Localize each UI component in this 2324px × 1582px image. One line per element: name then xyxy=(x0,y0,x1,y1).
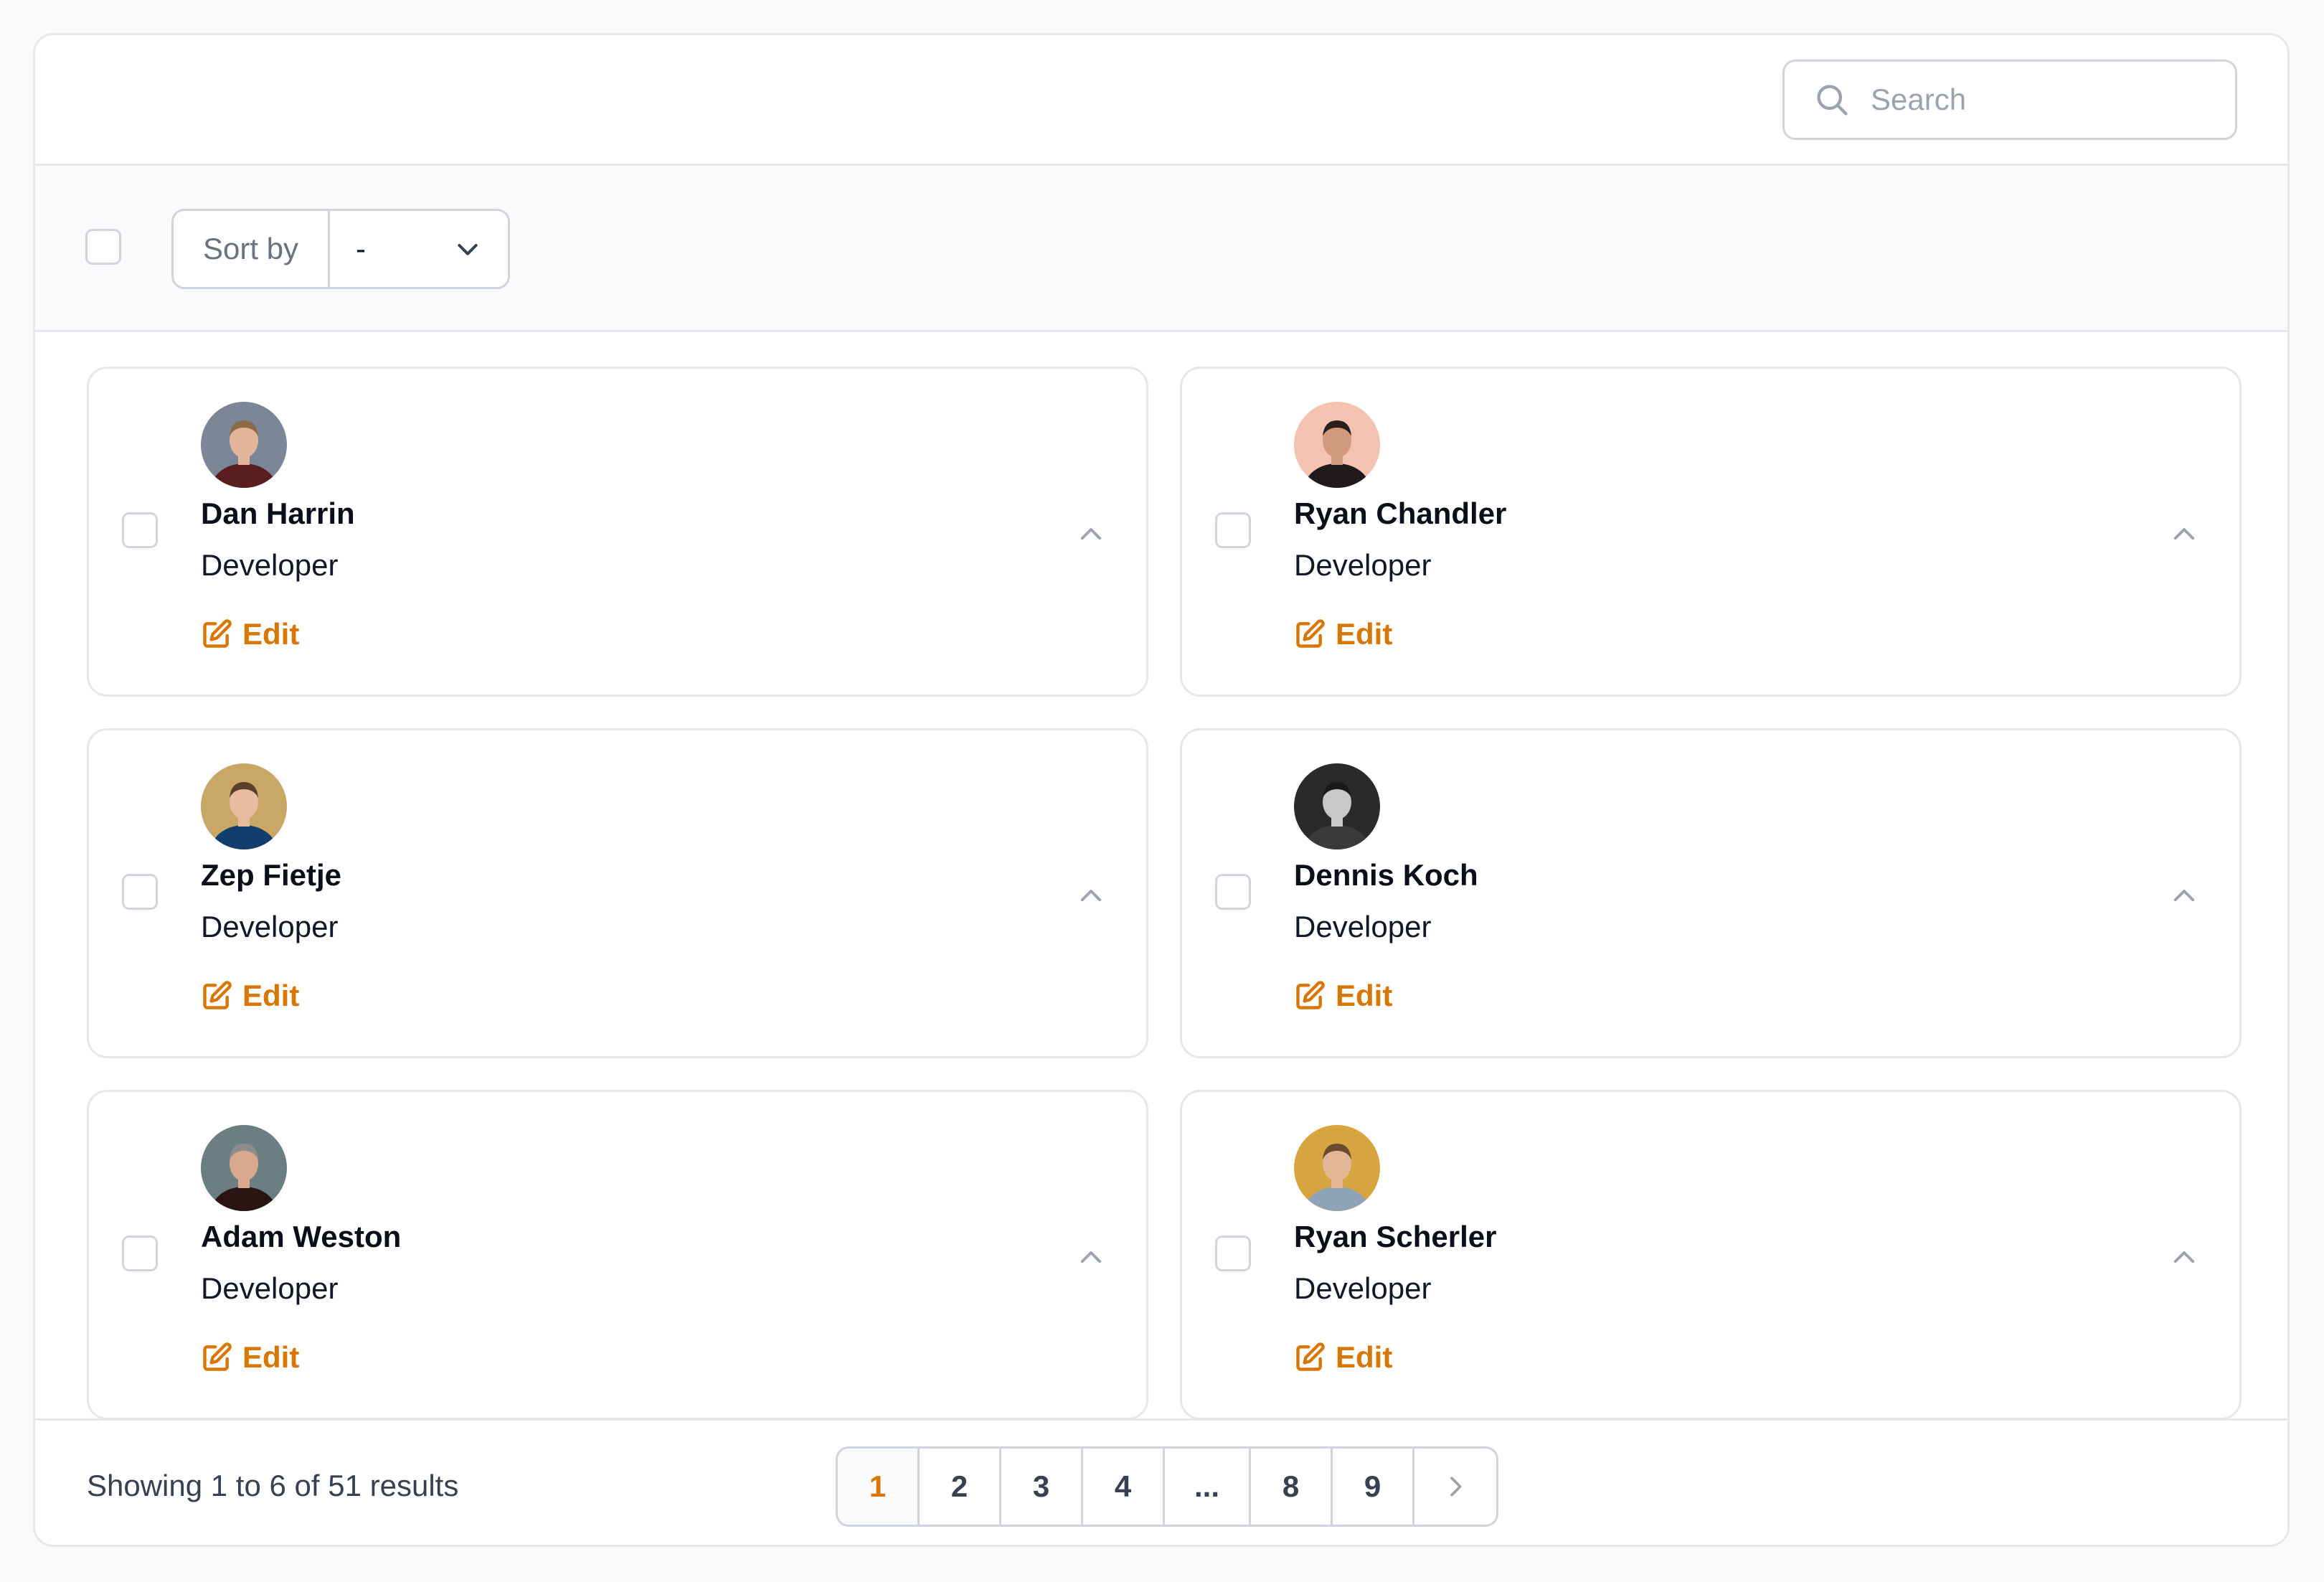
record-card[interactable]: Zep Fietje Developer Edit xyxy=(87,728,1148,1058)
edit-icon xyxy=(1296,981,1325,1009)
edit-label: Edit xyxy=(242,979,300,1012)
search-box[interactable] xyxy=(1782,60,2237,140)
chevron-up-icon[interactable] xyxy=(2169,881,2199,911)
search-input[interactable] xyxy=(1869,82,2216,118)
record-card[interactable]: Dennis Koch Developer Edit xyxy=(1180,728,2242,1058)
edit-icon xyxy=(1296,619,1325,648)
sort-select[interactable]: Sort by - xyxy=(171,209,510,289)
record-name: Adam Weston xyxy=(201,1220,402,1253)
edit-button[interactable]: Edit xyxy=(201,1340,299,1375)
sort-value: - xyxy=(356,232,366,265)
edit-label: Edit xyxy=(242,1340,300,1374)
edit-icon xyxy=(203,619,232,648)
avatar xyxy=(1294,763,1380,849)
record-checkbox[interactable] xyxy=(122,874,158,910)
record-name: Ryan Chandler xyxy=(1294,496,1507,530)
edit-icon xyxy=(1296,1342,1325,1371)
avatar xyxy=(1294,402,1380,488)
edit-button[interactable]: Edit xyxy=(1294,979,1392,1013)
record-name: Ryan Scherler xyxy=(1294,1220,1497,1253)
edit-icon xyxy=(203,981,232,1009)
record-role: Developer xyxy=(1294,548,1432,582)
record-card[interactable]: Dan Harrin Developer Edit xyxy=(87,367,1148,697)
page-button[interactable]: 4 xyxy=(1083,1449,1165,1525)
chevron-up-icon[interactable] xyxy=(2169,519,2199,550)
sort-dropdown[interactable]: - xyxy=(330,232,508,266)
chevron-up-icon[interactable] xyxy=(1076,1243,1106,1273)
page-button[interactable]: 1 xyxy=(838,1449,920,1525)
record-checkbox[interactable] xyxy=(1215,1235,1251,1271)
page-button[interactable]: 8 xyxy=(1251,1449,1333,1525)
table-header xyxy=(35,35,2287,166)
record-checkbox[interactable] xyxy=(1215,512,1251,548)
results-summary: Showing 1 to 6 of 51 results xyxy=(87,1469,459,1502)
sort-label: Sort by xyxy=(174,211,330,287)
record-checkbox[interactable] xyxy=(1215,874,1251,910)
record-role: Developer xyxy=(1294,910,1432,943)
record-checkbox[interactable] xyxy=(122,1235,158,1271)
page-button[interactable]: 9 xyxy=(1333,1449,1414,1525)
table-panel: Sort by - Dan Harrin Developer xyxy=(33,33,2290,1547)
edit-label: Edit xyxy=(1336,1340,1393,1374)
search-icon xyxy=(1817,85,1848,116)
record-name: Dan Harrin xyxy=(201,496,355,530)
record-name: Zep Fietje xyxy=(201,858,342,892)
record-name: Dennis Koch xyxy=(1294,858,1478,892)
chevron-right-icon xyxy=(1450,1477,1462,1497)
edit-button[interactable]: Edit xyxy=(1294,1340,1392,1375)
edit-label: Edit xyxy=(242,617,300,651)
chevron-up-icon[interactable] xyxy=(1076,881,1106,911)
edit-label: Edit xyxy=(1336,979,1393,1012)
avatar xyxy=(201,1125,287,1211)
table-footer: Showing 1 to 6 of 51 results 1 2 3 4... 8 9 xyxy=(35,1418,2287,1545)
select-all-checkbox[interactable] xyxy=(85,229,121,265)
record-card[interactable]: Ryan Scherler Developer Edit xyxy=(1180,1090,2242,1420)
avatar xyxy=(201,763,287,849)
chevron-down-icon xyxy=(458,244,478,255)
record-role: Developer xyxy=(201,910,339,943)
record-role: Developer xyxy=(201,548,339,582)
record-checkbox[interactable] xyxy=(122,512,158,548)
chevron-up-icon[interactable] xyxy=(1076,519,1106,550)
edit-label: Edit xyxy=(1336,617,1393,651)
avatar xyxy=(1294,1125,1380,1211)
chevron-up-icon[interactable] xyxy=(2169,1243,2199,1273)
avatar xyxy=(201,402,287,488)
record-card[interactable]: Adam Weston Developer Edit xyxy=(87,1090,1148,1420)
edit-icon xyxy=(203,1342,232,1371)
record-card[interactable]: Ryan Chandler Developer Edit xyxy=(1180,367,2242,697)
record-role: Developer xyxy=(1294,1271,1432,1305)
toolbar: Sort by - xyxy=(35,166,2287,332)
pagination-ellipsis: ... xyxy=(1165,1449,1251,1525)
edit-button[interactable]: Edit xyxy=(201,979,299,1013)
pagination: 1 2 3 4... 8 9 xyxy=(836,1446,1498,1527)
record-role: Developer xyxy=(201,1271,339,1305)
page-button[interactable]: 2 xyxy=(920,1449,1001,1525)
edit-button[interactable]: Edit xyxy=(201,617,299,651)
edit-button[interactable]: Edit xyxy=(1294,617,1392,651)
page-button[interactable]: 3 xyxy=(1001,1449,1083,1525)
next-page-button[interactable] xyxy=(1414,1449,1496,1525)
